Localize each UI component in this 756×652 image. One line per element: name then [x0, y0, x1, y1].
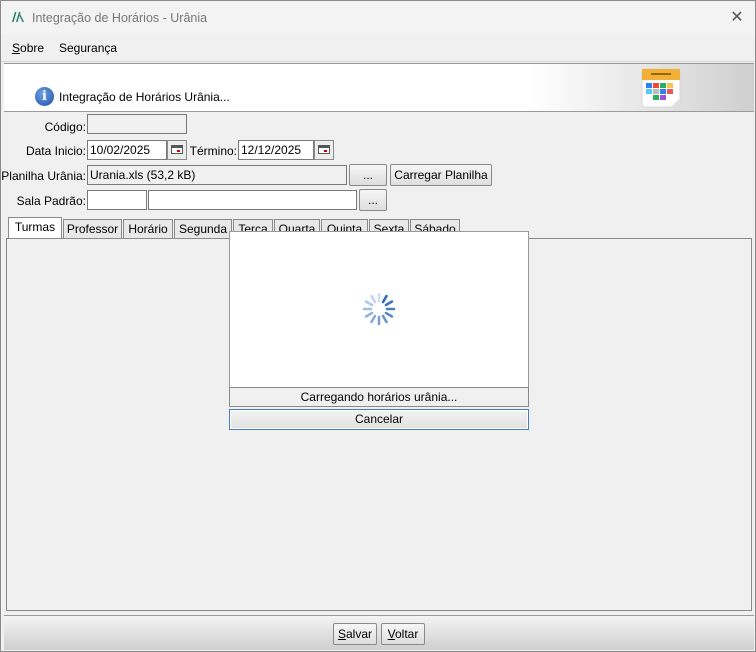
spinner-tick [370, 294, 377, 304]
back-button-label: Voltar [387, 627, 419, 641]
spinner-tick [381, 294, 388, 304]
planilha-field[interactable]: Urania.xls (53,2 kB) [87, 165, 347, 185]
termino-field[interactable]: 12/12/2025 [238, 140, 314, 160]
sala-nome-field[interactable] [148, 190, 357, 210]
sala-codigo-field[interactable] [87, 190, 147, 210]
codigo-field[interactable] [87, 114, 187, 134]
header-title: Integração de Horários Urânia... [59, 90, 230, 104]
tab-professor[interactable]: Professor [63, 219, 122, 238]
close-icon[interactable]: ✕ [725, 7, 749, 29]
calendar-icon [641, 68, 681, 108]
back-button[interactable]: Voltar [381, 623, 425, 645]
tab-horario[interactable]: Horário [123, 219, 173, 238]
menu-bar: Sobre Segurança [1, 35, 755, 62]
spinner-tick [384, 311, 394, 318]
app-logo-icon [12, 12, 24, 22]
spinner-tick [364, 300, 374, 307]
carregar-planilha-button[interactable]: Carregar Planilha [390, 164, 492, 186]
sala-padrao-label: Sala Padrão: [16, 194, 86, 208]
data-inicio-label: Data Inicio: [25, 144, 86, 158]
planilha-label: Planilha Urânia: [1, 169, 86, 183]
window-title: Integração de Horários - Urânia [32, 11, 208, 25]
menu-sobre[interactable]: Sobre [12, 41, 44, 55]
loading-status: Carregando horários urânia... [229, 387, 529, 407]
data-inicio-field[interactable]: 10/02/2025 [87, 140, 167, 160]
spinner-tick [370, 314, 377, 324]
sala-browse-button[interactable]: ... [359, 189, 387, 211]
spinner-tick [381, 314, 388, 324]
loading-panel [229, 231, 529, 388]
spinner-tick [384, 300, 394, 307]
tab-segunda[interactable]: Segunda [174, 219, 232, 238]
info-icon: i [35, 87, 54, 106]
main-window: Integração de Horários - Urânia ✕ Sobre … [0, 0, 756, 652]
data-inicio-picker-button[interactable] [167, 140, 187, 160]
tab-turmas[interactable]: Turmas [8, 217, 62, 238]
termino-label: Término: [189, 144, 237, 158]
spinner-tick [364, 311, 374, 318]
termino-picker-button[interactable] [314, 140, 334, 160]
title-bar: Integração de Horários - Urânia ✕ [1, 1, 755, 35]
cancel-button[interactable]: Cancelar [229, 409, 529, 430]
menu-seguranca[interactable]: Segurança [59, 41, 117, 55]
save-button-label: Salvar [337, 627, 373, 641]
planilha-browse-button[interactable]: ... [349, 164, 387, 186]
codigo-label: Código: [44, 120, 86, 134]
save-button[interactable]: Salvar [333, 623, 377, 645]
loading-spinner-icon [362, 292, 396, 326]
footer-bar: Salvar Voltar [4, 615, 754, 650]
header-panel: i Integração de Horários Urânia... [4, 63, 754, 112]
